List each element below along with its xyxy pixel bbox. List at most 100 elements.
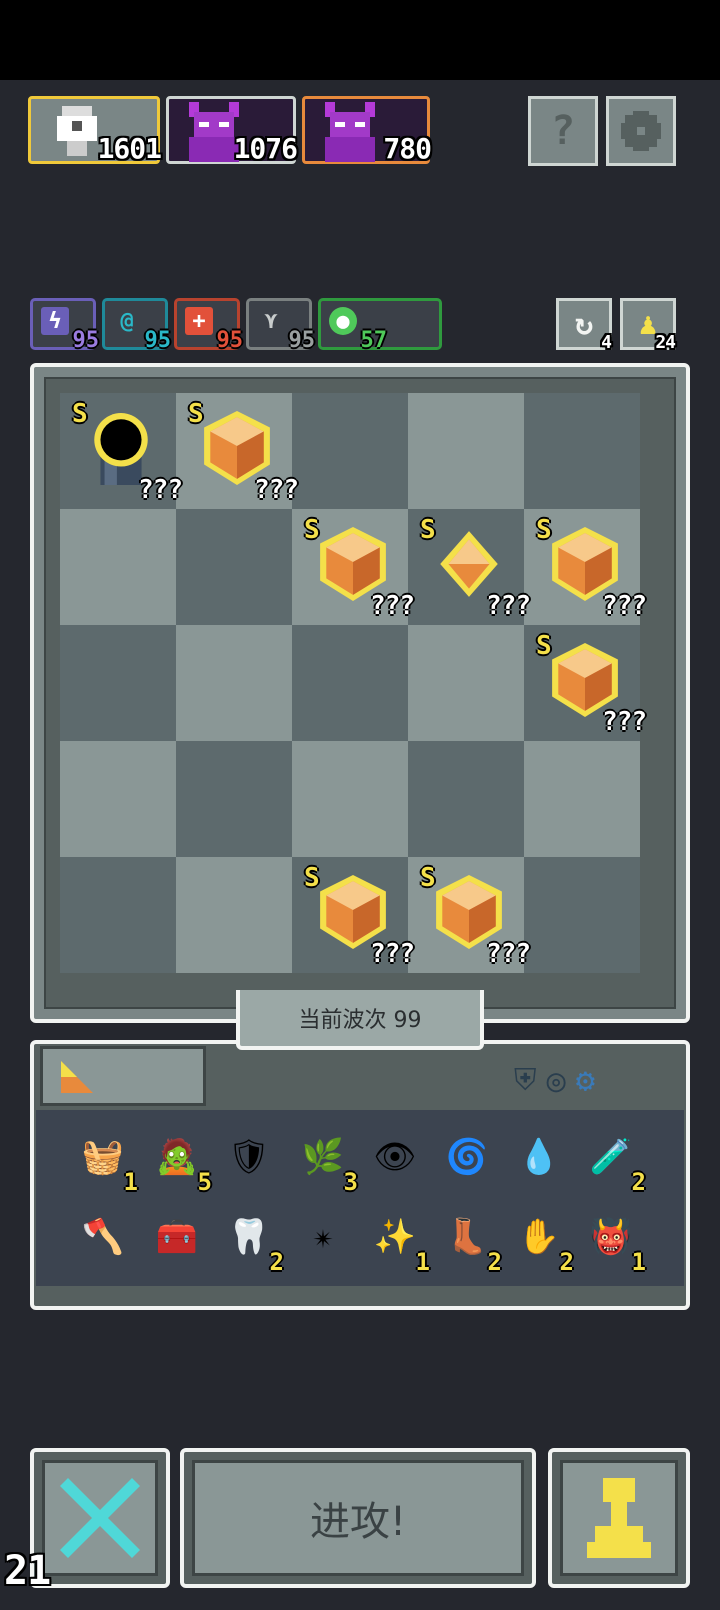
zombie-icon: 🧟 <box>155 1137 199 1177</box>
board-piece-gem[interactable]: S ??? <box>524 625 647 741</box>
board-tile[interactable] <box>524 393 640 509</box>
item-purple-axe[interactable]: 🪓 <box>68 1202 138 1272</box>
attack-button[interactable]: 进攻! <box>180 1448 536 1588</box>
amber-gem-icon <box>436 875 502 949</box>
eye-orb-icon: 👁 <box>373 1137 417 1177</box>
stat-leaf[interactable]: ● 57 <box>318 298 442 353</box>
potion-jar-icon: 🧪 <box>589 1137 633 1177</box>
board-tile[interactable] <box>408 741 524 857</box>
gear-filter-icon[interactable]: ⚙ <box>576 1061 595 1099</box>
pawn-button[interactable] <box>548 1448 690 1588</box>
spiral-icon: @ <box>120 308 134 334</box>
board-tile[interactable] <box>292 393 408 509</box>
boot-icon: 👢 <box>445 1217 489 1257</box>
leaf-icon: ● <box>329 307 357 335</box>
help-button[interactable]: ? <box>528 96 598 166</box>
board-tile[interactable] <box>176 857 292 973</box>
board-tile[interactable] <box>292 741 408 857</box>
item-spark[interactable]: ✨ 1 <box>360 1202 430 1276</box>
stat-plus[interactable]: + 95 <box>174 298 243 353</box>
unit-slot-1[interactable]: 1601 <box>28 96 162 165</box>
herb-icon: 🌿 <box>301 1137 345 1177</box>
item-shield[interactable]: 🛡 <box>214 1122 284 1192</box>
rank-badge: S <box>536 515 552 545</box>
purple-demon-portrait-icon <box>325 102 375 162</box>
inventory-grid: 🧺 1 🧟 5 🛡 🌿 3 👁 🌀 💧 🧪 2 🪓 🧰 🦷 2 ✴ ✨ 1 👢 2 ✋ 2 👹 1 <box>36 1110 684 1286</box>
item-shuriken[interactable]: ✴ <box>288 1202 358 1272</box>
board-tile[interactable] <box>60 509 176 625</box>
item-treasure-chest[interactable]: 🧰 <box>142 1202 212 1272</box>
board-piece-gem[interactable]: S ??? <box>176 393 299 509</box>
board-tile[interactable] <box>408 393 524 509</box>
wing-icon: ⋎ <box>264 308 278 334</box>
board-tile[interactable] <box>176 741 292 857</box>
ring-filter-icon[interactable]: ◎ <box>547 1061 566 1099</box>
board-tile[interactable] <box>292 625 408 741</box>
stat-lightning[interactable]: ϟ 95 <box>30 298 99 353</box>
item-palm[interactable]: ✋ 2 <box>504 1202 574 1276</box>
board-tile[interactable] <box>60 857 176 973</box>
amber-gem-icon <box>552 643 618 717</box>
plus-icon: + <box>185 307 213 335</box>
stat-spiral[interactable]: @ 95 <box>102 298 171 353</box>
item-herb[interactable]: 🌿 3 <box>288 1122 358 1196</box>
counter-value: 4 <box>601 332 612 353</box>
unit-slot-2[interactable]: 1076 <box>166 96 298 165</box>
help-label: ? <box>550 108 576 154</box>
lightning-icon: ϟ <box>41 307 69 335</box>
item-water-drop[interactable]: 💧 <box>504 1122 574 1192</box>
item-claw[interactable]: 🦷 2 <box>214 1202 284 1276</box>
stat-value: 95 <box>72 328 100 353</box>
unit-value: 1076 <box>233 132 298 165</box>
item-count: 2 <box>487 1248 502 1276</box>
cancel-button[interactable] <box>30 1448 170 1588</box>
board-tile[interactable] <box>176 509 292 625</box>
rank-badge: S <box>304 863 320 893</box>
unit-value: 1601 <box>97 132 162 165</box>
amber-gem-icon <box>552 527 618 601</box>
amber-crystal-icon <box>440 531 498 597</box>
board-tile[interactable] <box>60 741 176 857</box>
inventory-tab[interactable] <box>40 1046 206 1106</box>
item-demon-mask[interactable]: 👹 1 <box>576 1202 646 1276</box>
filter-buttons: ⛨ ◎ ⚙ <box>514 1058 680 1102</box>
rank-badge: S <box>72 399 88 429</box>
board-piece-gem[interactable]: S ??? <box>292 857 415 973</box>
pawn-button-face <box>560 1460 678 1576</box>
item-eye-orb[interactable]: 👁 <box>360 1122 430 1192</box>
unit-slot-3[interactable]: 780 <box>302 96 432 165</box>
game-board: S ??? S ??? S ??? S ??? S ??? S ??? S ??… <box>30 363 690 1023</box>
item-zombie[interactable]: 🧟 5 <box>142 1122 212 1196</box>
board-tile[interactable] <box>408 625 524 741</box>
spark-icon: ✨ <box>373 1217 417 1257</box>
board-piece-bomber[interactable]: S ??? <box>60 393 183 509</box>
board-tile[interactable] <box>524 741 640 857</box>
pawn-counter[interactable]: ♟ 24 <box>620 298 676 353</box>
board-piece-gem[interactable]: S ??? <box>408 509 531 625</box>
stat-wing[interactable]: ⋎ 95 <box>246 298 315 353</box>
board-piece-gem[interactable]: S ??? <box>524 509 647 625</box>
wave-indicator: 当前波次 99 <box>236 990 484 1050</box>
board-piece-gem[interactable]: S ??? <box>292 509 415 625</box>
rank-badge: S <box>420 515 436 545</box>
board-tile[interactable] <box>176 625 292 741</box>
item-blue-wisp[interactable]: 🌀 <box>432 1122 502 1192</box>
item-boot[interactable]: 👢 2 <box>432 1202 502 1276</box>
pawn-icon <box>587 1478 651 1558</box>
settings-button[interactable] <box>606 96 676 166</box>
piece-label: ??? <box>602 591 647 621</box>
item-count: 3 <box>343 1168 358 1196</box>
bucket-icon: 🧺 <box>81 1137 125 1177</box>
armor-filter-icon[interactable]: ⛨ <box>514 1063 537 1098</box>
shield-icon: 🛡 <box>227 1137 271 1177</box>
water-drop-icon: 💧 <box>517 1137 561 1177</box>
x-icon <box>60 1478 140 1558</box>
blue-wisp-icon: 🌀 <box>445 1137 489 1177</box>
item-count: 2 <box>269 1248 284 1276</box>
board-piece-gem[interactable]: S ??? <box>408 857 531 973</box>
board-tile[interactable] <box>524 857 640 973</box>
reroll-counter[interactable]: ↻ 4 <box>556 298 612 353</box>
board-tile[interactable] <box>60 625 176 741</box>
item-bucket[interactable]: 🧺 1 <box>68 1122 138 1196</box>
item-potion-jar[interactable]: 🧪 2 <box>576 1122 646 1196</box>
